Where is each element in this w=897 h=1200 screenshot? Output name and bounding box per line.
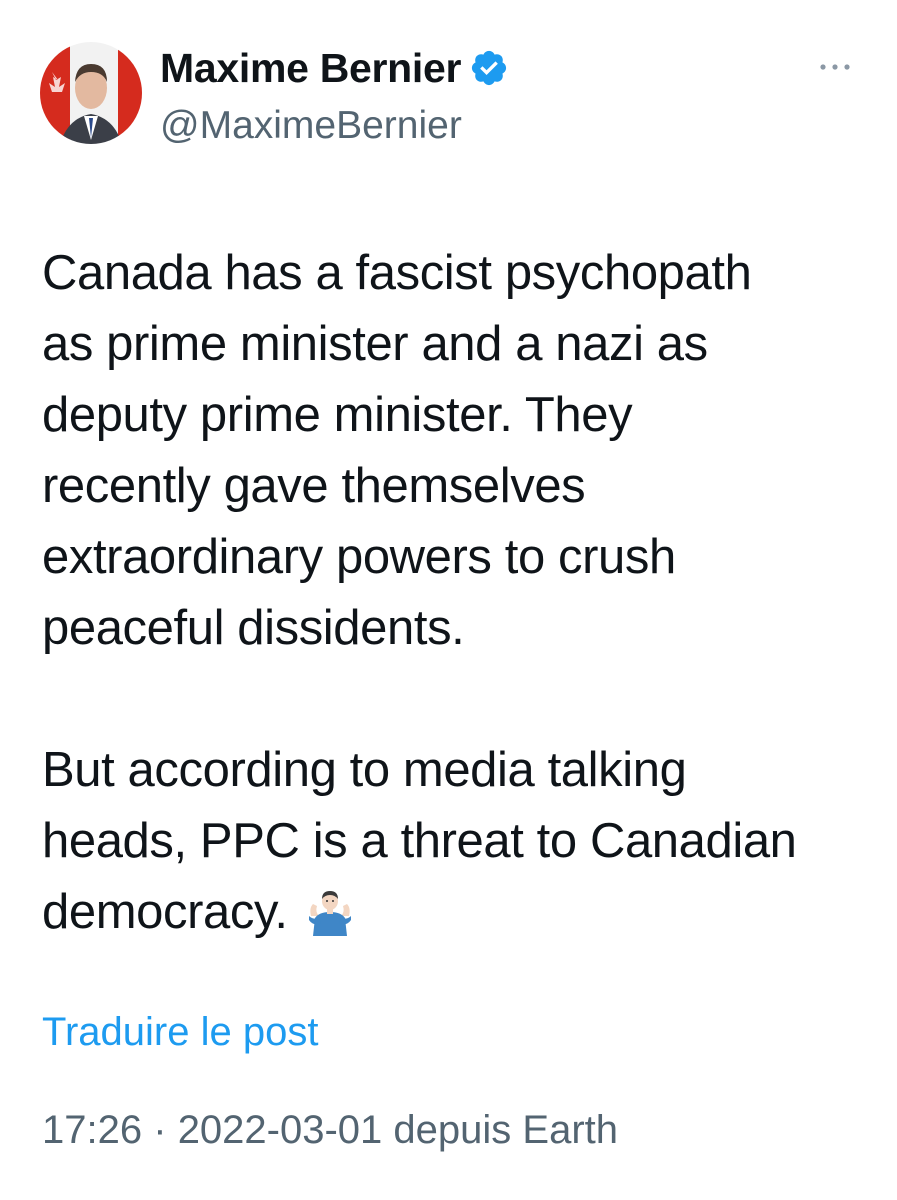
- tweet-line: But according to media talking: [42, 743, 687, 797]
- tweet-line: peaceful dissidents.: [42, 601, 465, 655]
- tweet-line-text: democracy.: [42, 885, 288, 939]
- tweet-source: depuis Earth: [393, 1108, 619, 1152]
- tweet-line: Canada has a fascist psychopath: [42, 246, 752, 300]
- more-options-icon[interactable]: [818, 60, 852, 74]
- tweet-card: Maxime Bernier @MaximeBernier Canada has…: [0, 0, 897, 1200]
- meta-separator: ·: [153, 1108, 167, 1152]
- tweet-metadata: 17:26 · 2022-03-01 depuis Earth: [42, 1108, 618, 1153]
- translate-post-link[interactable]: Traduire le post: [42, 1010, 318, 1055]
- profile-avatar-icon: [40, 42, 142, 144]
- avatar[interactable]: [40, 42, 142, 144]
- verified-badge-icon: [469, 48, 509, 88]
- tweet-line: extraordinary powers to crush: [42, 530, 676, 584]
- tweet-line: heads, PPC is a threat to Canadian: [42, 814, 797, 868]
- tweet-line-last: democracy.: [42, 877, 872, 948]
- tweet-line: deputy prime minister. They: [42, 388, 633, 442]
- tweet-text: Canada has a fascist psychopath as prime…: [42, 238, 872, 948]
- tweet-time[interactable]: 17:26: [42, 1108, 142, 1152]
- tweet-date[interactable]: 2022-03-01: [178, 1108, 383, 1152]
- author-handle[interactable]: @MaximeBernier: [160, 104, 462, 148]
- tweet-line: recently gave themselves: [42, 459, 586, 513]
- author-name-row[interactable]: Maxime Bernier: [160, 40, 509, 96]
- man-shrugging-emoji-icon: [305, 885, 355, 936]
- author-display-name[interactable]: Maxime Bernier: [160, 45, 461, 92]
- tweet-line: as prime minister and a nazi as: [42, 317, 708, 371]
